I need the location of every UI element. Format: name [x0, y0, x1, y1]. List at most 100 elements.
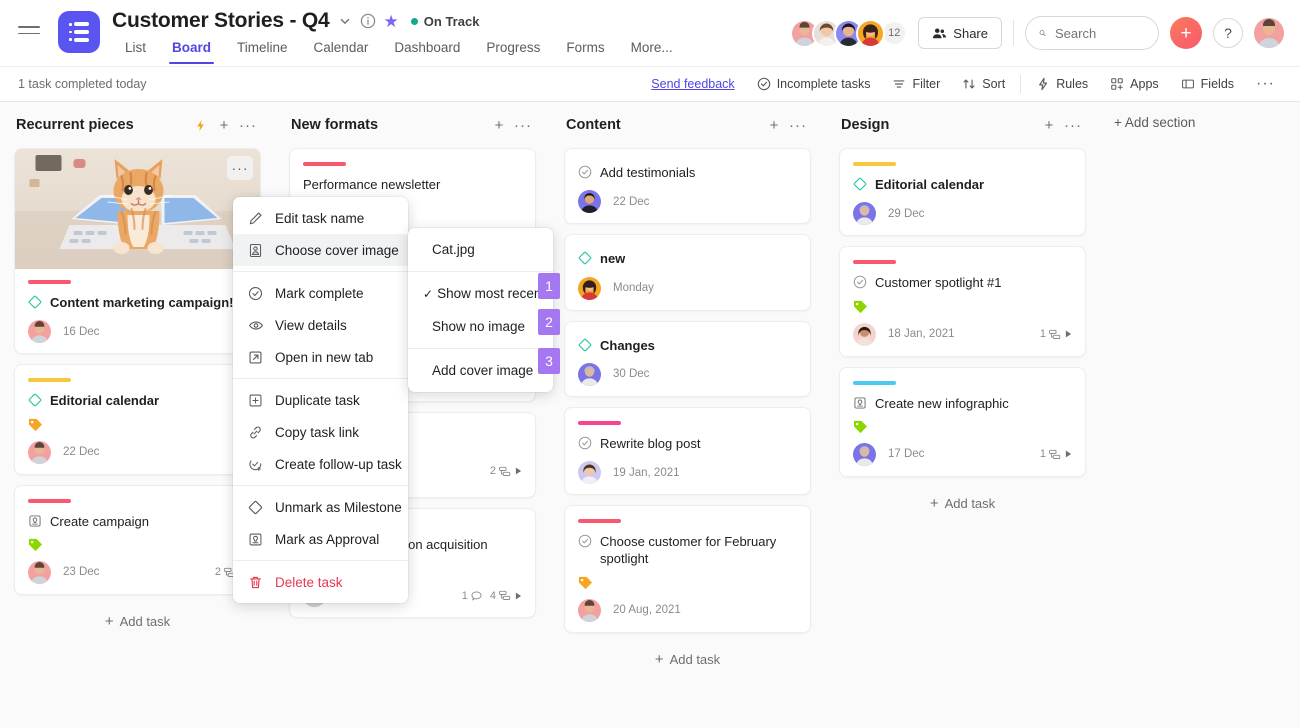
submenu-item-add-cover-image[interactable]: Add cover image — [408, 354, 553, 387]
assignee-avatar[interactable] — [853, 202, 876, 226]
tab-forms[interactable]: Forms — [553, 40, 617, 64]
share-button[interactable]: Share — [918, 17, 1002, 49]
milestone-diamond-icon[interactable] — [578, 251, 592, 265]
menu-item-open-in-new-tab[interactable]: Open in new tab — [233, 341, 408, 373]
apps-button[interactable]: Apps — [1099, 77, 1170, 91]
column-add-task-icon[interactable]: + — [488, 114, 510, 136]
status-badge[interactable]: On Track — [410, 14, 479, 29]
fields-button[interactable]: Fields — [1170, 77, 1245, 91]
menu-item-edit-task-name[interactable]: Edit task name — [233, 202, 408, 234]
menu-item-duplicate-task[interactable]: Duplicate task — [233, 384, 408, 416]
link-icon — [247, 424, 264, 441]
milestone-diamond-icon[interactable] — [28, 295, 42, 309]
member-avatars[interactable]: 12 — [790, 18, 908, 48]
milestone-diamond-icon[interactable] — [578, 338, 592, 352]
expand-arrow-icon[interactable] — [1065, 450, 1072, 458]
card-menu-icon[interactable]: ··· — [227, 156, 253, 180]
column-menu-icon[interactable]: ··· — [787, 114, 809, 136]
menu-hamburger-icon[interactable] — [18, 18, 42, 42]
assignee-avatar[interactable] — [853, 322, 876, 346]
filter-button[interactable]: Filter — [881, 77, 951, 91]
assignee-avatar[interactable] — [853, 442, 876, 466]
expand-arrow-icon[interactable] — [515, 467, 522, 475]
approval-stamp-icon[interactable] — [28, 514, 42, 528]
task-card[interactable]: Add testimonials 22 Dec — [564, 148, 811, 225]
check-circle-icon[interactable] — [853, 275, 867, 289]
tab-progress[interactable]: Progress — [473, 40, 553, 64]
tab-board[interactable]: Board — [159, 40, 224, 64]
assignee-avatar[interactable] — [578, 362, 601, 386]
menu-item-delete-task[interactable]: Delete task — [233, 566, 408, 598]
card-title: Content marketing campaign! — [50, 295, 234, 310]
sort-button[interactable]: Sort — [951, 77, 1016, 91]
column-menu-icon[interactable]: ··· — [512, 114, 534, 136]
menu-item-create-follow-up-task[interactable]: Create follow-up task — [233, 448, 408, 480]
submenu-item-show-most-recent[interactable]: ✓ Show most recent — [408, 277, 553, 310]
task-card[interactable]: Editorial calendar 29 Dec — [839, 148, 1086, 237]
milestone-diamond-icon[interactable] — [853, 177, 867, 191]
search-box[interactable] — [1025, 16, 1159, 50]
task-card[interactable]: Create new infographic 17 Dec 1 — [839, 366, 1086, 477]
column-menu-icon[interactable]: ··· — [1062, 114, 1084, 136]
star-icon[interactable]: ★ — [384, 13, 399, 30]
task-card[interactable]: Choose customer for February spotlight 2… — [564, 505, 811, 633]
member-count-badge[interactable]: 12 — [881, 20, 908, 46]
menu-item-mark-complete[interactable]: Mark complete — [233, 277, 408, 309]
assignee-avatar[interactable] — [28, 560, 51, 584]
assignee-avatar[interactable] — [28, 440, 51, 464]
assignee-avatar[interactable] — [28, 320, 51, 344]
add-task-button-content[interactable]: + Add task — [564, 643, 811, 677]
tab-dashboard[interactable]: Dashboard — [381, 40, 473, 64]
add-task-button-design[interactable]: + Add task — [839, 487, 1086, 521]
column-rules-bolt-icon[interactable] — [189, 114, 211, 136]
task-card[interactable]: Create campaign 23 Dec 2 — [14, 484, 261, 595]
card-footer: 17 Dec 1 — [853, 442, 1072, 466]
menu-item-mark-as-approval[interactable]: Mark as Approval — [233, 523, 408, 555]
avatar[interactable] — [856, 18, 886, 48]
menu-item-unmark-as-milestone[interactable]: Unmark as Milestone — [233, 491, 408, 523]
more-options-button[interactable]: ··· — [1245, 75, 1286, 93]
milestone-diamond-icon[interactable] — [28, 393, 42, 407]
help-button[interactable]: ? — [1213, 18, 1243, 48]
expand-arrow-icon[interactable] — [515, 592, 522, 600]
assignee-avatar[interactable] — [578, 276, 601, 300]
submenu-item-show-no-image[interactable]: Show no image — [408, 310, 553, 343]
column-add-task-icon[interactable]: + — [213, 114, 235, 136]
menu-item-view-details[interactable]: View details — [233, 309, 408, 341]
rules-button[interactable]: Rules — [1025, 77, 1099, 91]
current-user-avatar[interactable] — [1254, 18, 1284, 48]
tab-timeline[interactable]: Timeline — [224, 40, 301, 64]
assignee-avatar[interactable] — [578, 190, 601, 214]
task-card[interactable]: ··· Content marketing campaign! 16 Dec — [14, 148, 261, 355]
tab-calendar[interactable]: Calendar — [301, 40, 382, 64]
incomplete-tasks-filter[interactable]: Incomplete tasks — [746, 77, 882, 91]
column-add-task-icon[interactable]: + — [763, 114, 785, 136]
task-card[interactable]: Customer spotlight #1 18 Jan, 2021 1 — [839, 246, 1086, 357]
card-due-date: 23 Dec — [63, 566, 100, 579]
tab-more[interactable]: More... — [618, 40, 686, 64]
check-circle-icon[interactable] — [578, 436, 592, 450]
approval-stamp-icon[interactable] — [853, 396, 867, 410]
check-circle-icon[interactable] — [578, 534, 592, 548]
task-card[interactable]: Editorial calendar 22 Dec — [14, 364, 261, 475]
task-card[interactable]: Changes 30 Dec — [564, 320, 811, 397]
menu-item-choose-cover-image[interactable]: Choose cover image — [233, 234, 435, 266]
tab-list[interactable]: List — [112, 40, 159, 64]
add-task-button-recurrent[interactable]: + Add task — [14, 605, 261, 639]
info-icon[interactable] — [360, 13, 376, 29]
quick-add-button[interactable]: + — [1170, 17, 1202, 49]
assignee-avatar[interactable] — [578, 461, 601, 485]
assignee-avatar[interactable] — [578, 598, 601, 622]
column-add-task-icon[interactable]: + — [1038, 114, 1060, 136]
search-input[interactable] — [1055, 25, 1145, 41]
column-menu-icon[interactable]: ··· — [237, 114, 259, 136]
add-section-button[interactable]: + Add section — [1114, 102, 1195, 130]
task-card[interactable]: Rewrite blog post 19 Jan, 2021 — [564, 406, 811, 496]
submenu-item-cat-jpg[interactable]: Cat.jpg — [408, 233, 553, 266]
task-card[interactable]: new Monday — [564, 234, 811, 311]
check-circle-icon[interactable] — [578, 165, 592, 179]
chevron-down-icon[interactable] — [338, 14, 352, 28]
expand-arrow-icon[interactable] — [1065, 330, 1072, 338]
send-feedback-link[interactable]: Send feedback — [640, 77, 745, 91]
menu-item-copy-task-link[interactable]: Copy task link — [233, 416, 408, 448]
